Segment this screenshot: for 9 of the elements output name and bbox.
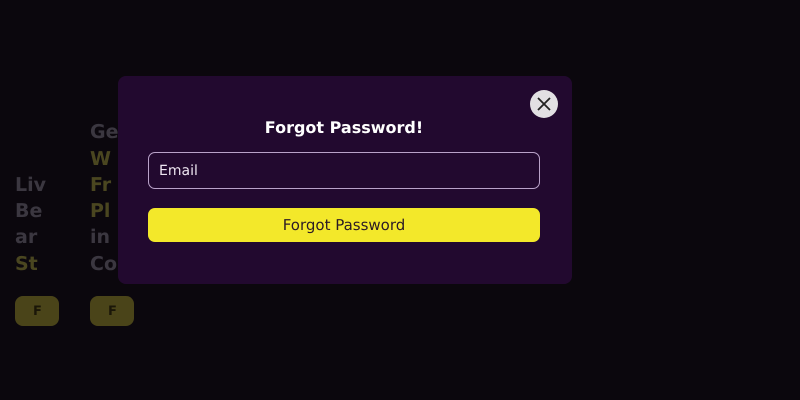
headline-text: St bbox=[15, 252, 39, 277]
headline-text: W bbox=[90, 146, 112, 172]
headline-text: Pl bbox=[90, 199, 112, 224]
dialog-title: Forgot Password! bbox=[264, 117, 424, 139]
email-field[interactable]: Email bbox=[148, 152, 540, 189]
headline-text: Fr bbox=[90, 172, 112, 198]
forgot-password-button[interactable]: Forgot Password bbox=[148, 208, 540, 242]
close-icon bbox=[537, 97, 551, 111]
close-button[interactable] bbox=[530, 90, 558, 118]
